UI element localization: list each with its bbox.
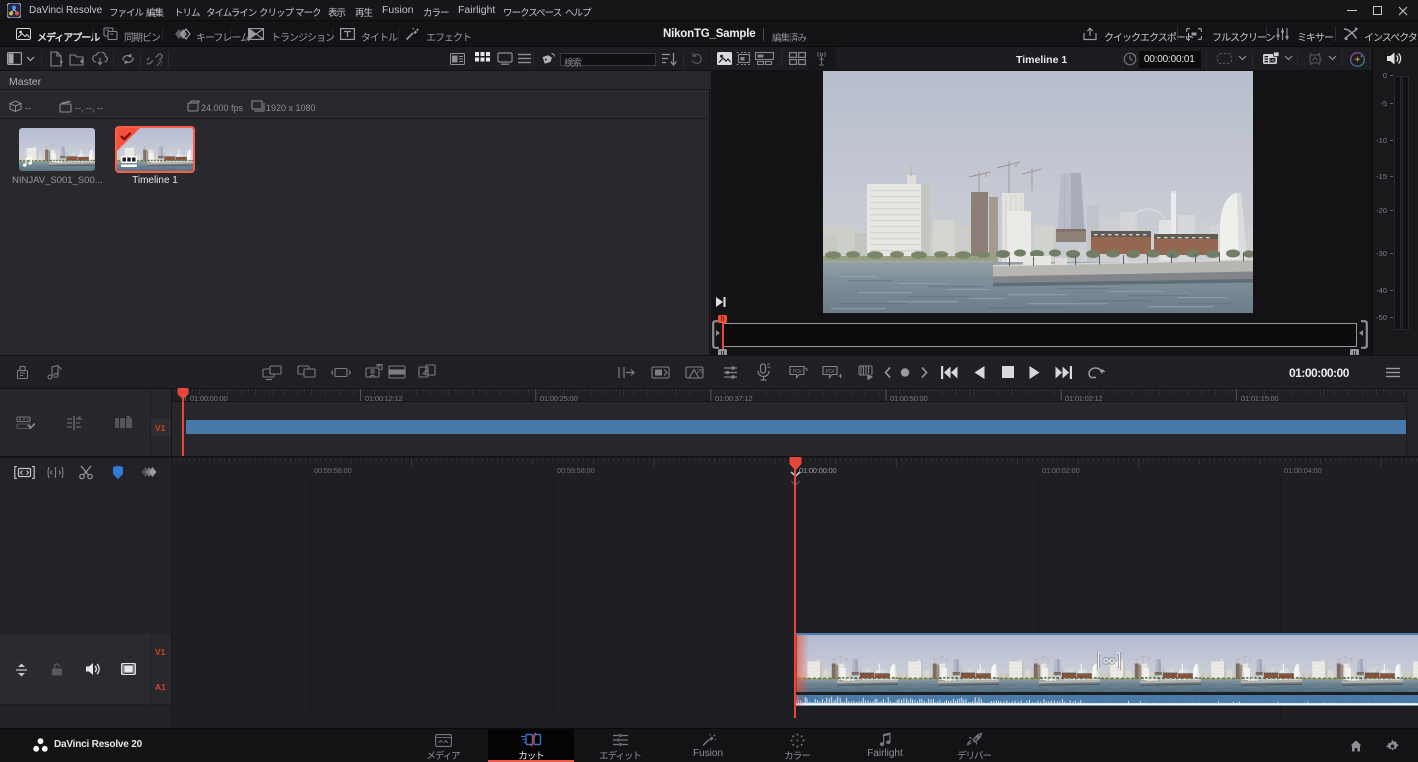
- svg-text:POI: POI: [793, 369, 802, 375]
- svg-text:25: 25: [697, 369, 703, 375]
- svg-text:POI: POI: [826, 369, 835, 375]
- svg-text:HQ: HQ: [1270, 58, 1276, 63]
